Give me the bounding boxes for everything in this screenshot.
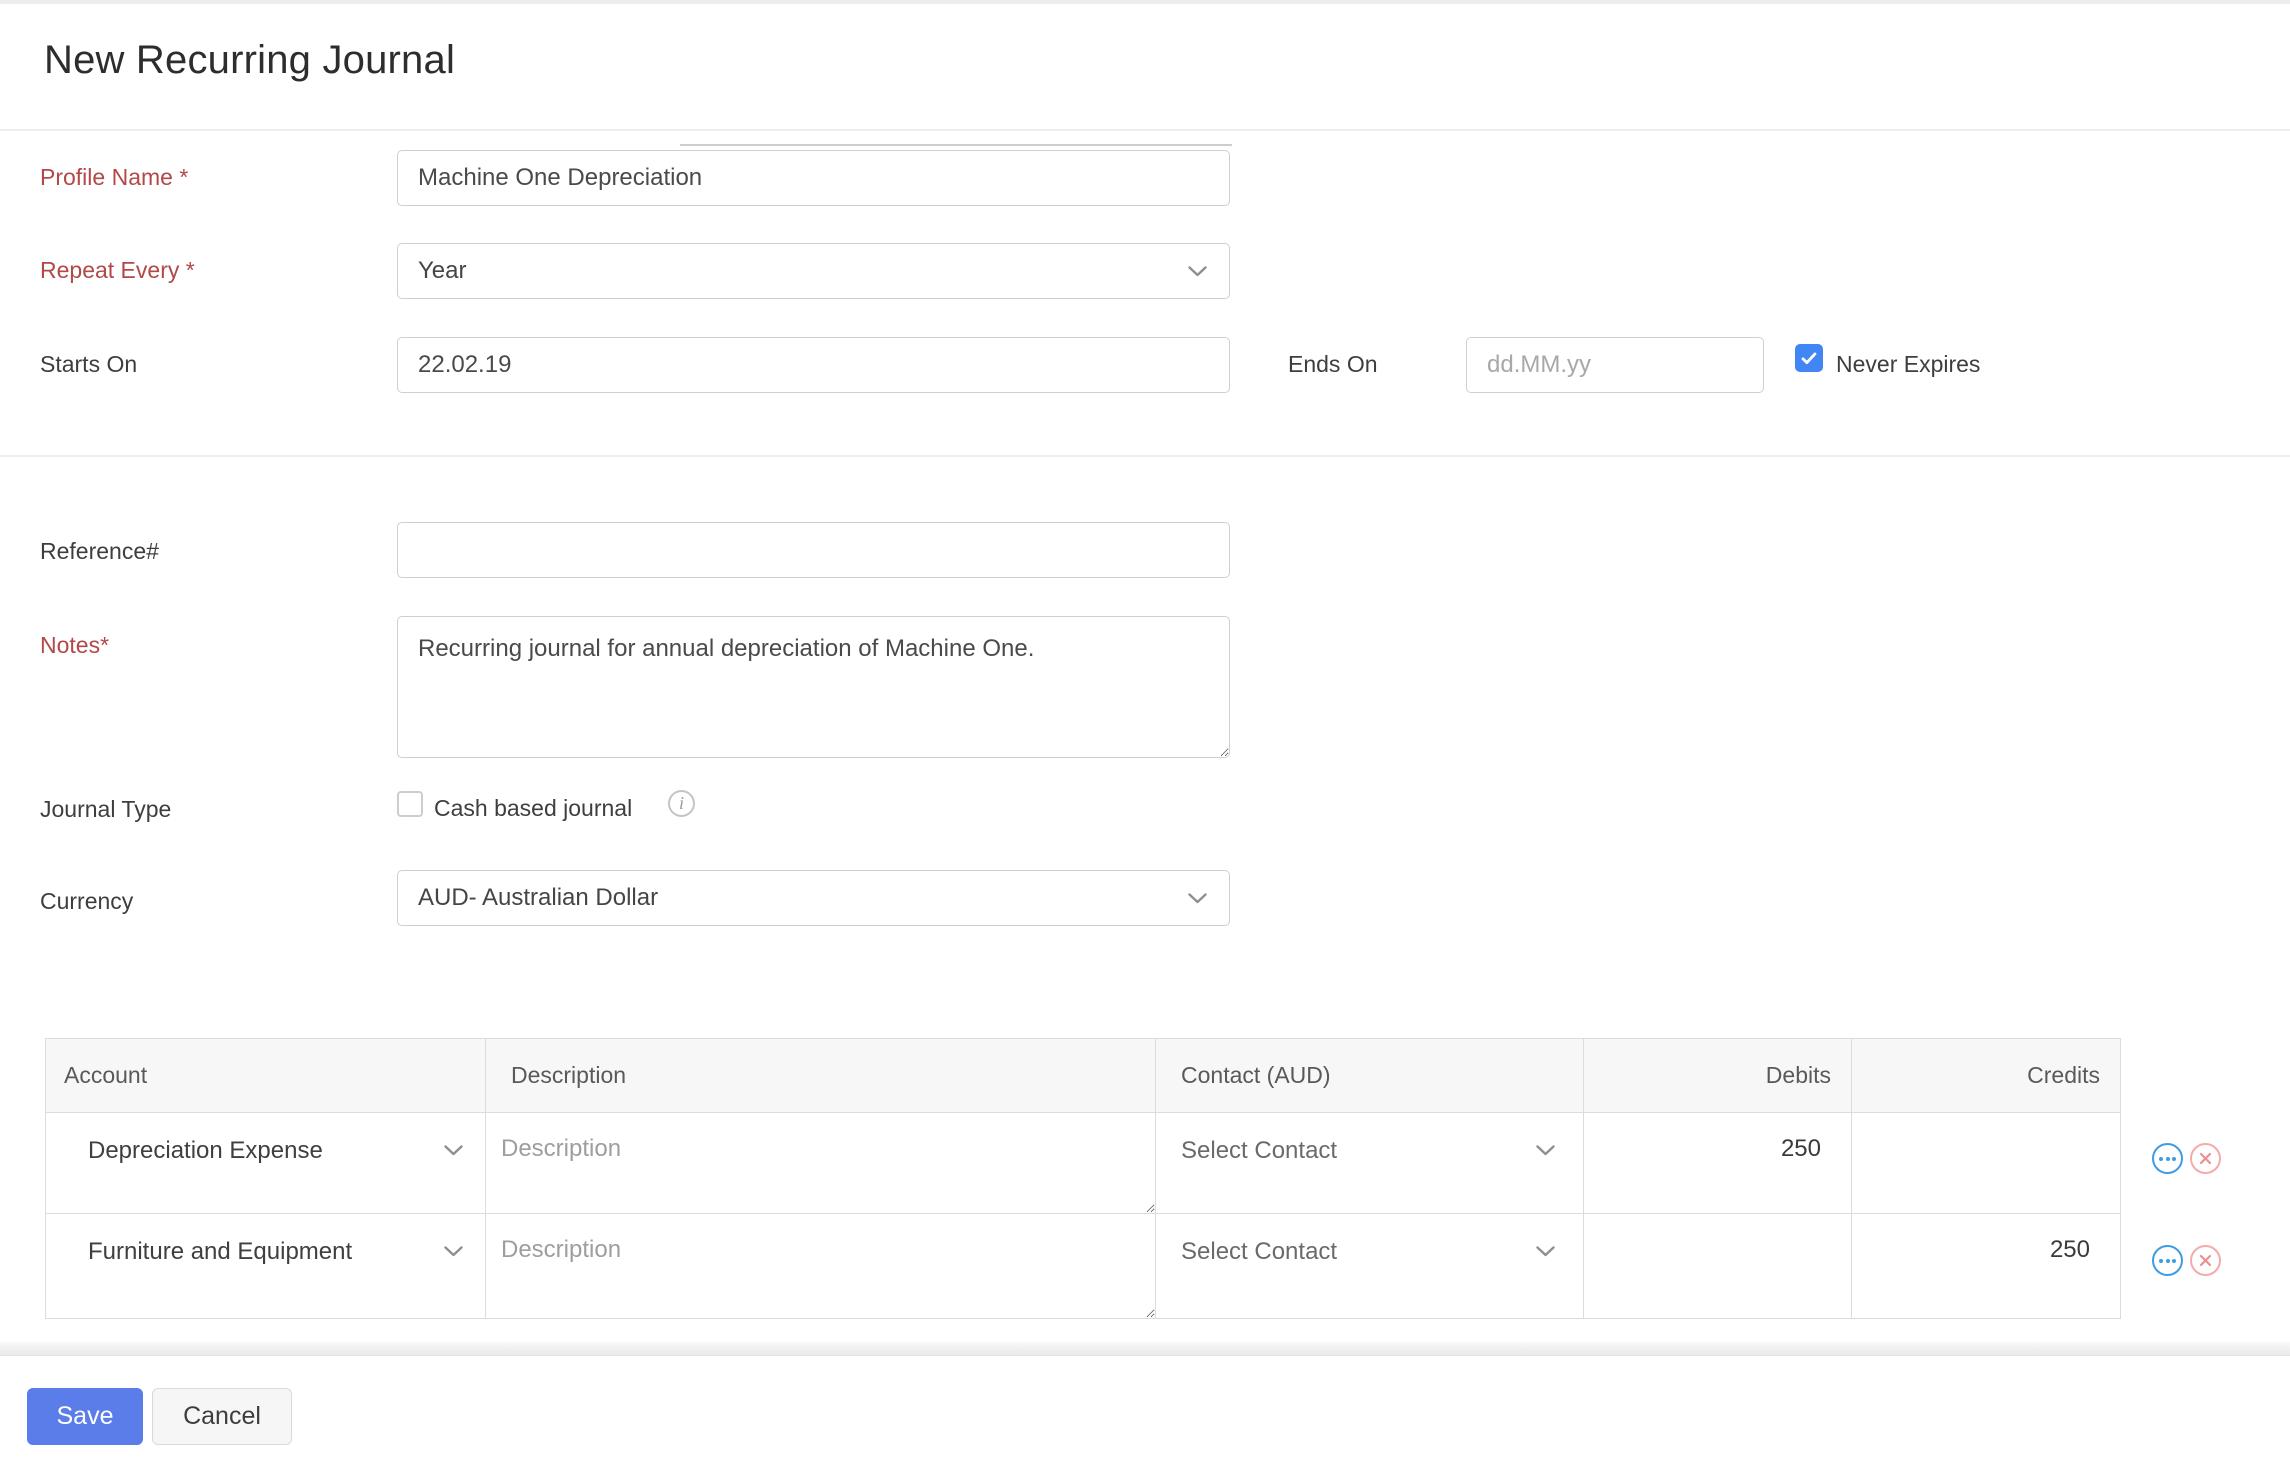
new-recurring-journal-page: New Recurring Journal Profile Name * Rep… [0, 0, 2290, 1478]
reference-label: Reference# [40, 538, 159, 564]
journal-lines-table: Account Description Contact (AUD) Debits… [45, 1038, 2121, 1319]
cancel-button[interactable]: Cancel [152, 1388, 292, 1445]
row-more-options-icon[interactable] [2152, 1245, 2183, 1276]
page-title: New Recurring Journal [44, 38, 456, 82]
repeat-every-value: Year [418, 257, 467, 284]
column-header-credits: Credits [2027, 1062, 2100, 1088]
table-row: Furniture and Equipment Select Contact 2… [46, 1214, 2120, 1318]
profile-name-input[interactable] [397, 150, 1230, 206]
ends-on-input[interactable] [1466, 337, 1764, 393]
chevron-down-icon [1188, 265, 1207, 276]
section-divider [0, 455, 2290, 457]
chevron-down-icon [444, 1145, 463, 1156]
table-header-row: Account Description Contact (AUD) Debits… [46, 1039, 2120, 1113]
chevron-down-icon [1188, 892, 1207, 903]
column-header-account: Account [46, 1039, 486, 1112]
row-remove-icon[interactable] [2190, 1245, 2221, 1276]
debits-cell[interactable] [1584, 1214, 1852, 1318]
chevron-down-icon [1536, 1246, 1555, 1257]
chevron-down-icon [1536, 1145, 1555, 1156]
credits-cell[interactable] [1852, 1113, 2120, 1213]
notes-textarea[interactable]: Recurring journal for annual depreciatio… [397, 616, 1230, 758]
row-remove-icon[interactable] [2190, 1143, 2221, 1174]
profile-name-label: Profile Name * [40, 164, 189, 190]
contact-select[interactable]: Select Contact [1156, 1214, 1584, 1318]
reference-input[interactable] [397, 522, 1230, 578]
starts-on-label: Starts On [40, 351, 138, 377]
never-expires-label[interactable]: Never Expires [1836, 349, 1980, 379]
save-button[interactable]: Save [27, 1388, 143, 1445]
currency-select[interactable]: AUD- Australian Dollar [397, 870, 1230, 926]
column-header-contact: Contact (AUD) [1156, 1039, 1584, 1112]
footer-divider [0, 1342, 2290, 1356]
contact-value: Select Contact [1181, 1238, 1338, 1265]
column-header-description: Description [486, 1039, 1156, 1112]
chevron-down-icon [444, 1246, 463, 1257]
debits-cell[interactable]: 250 [1584, 1113, 1852, 1213]
row-actions [2152, 1245, 2221, 1276]
contact-select[interactable]: Select Contact [1156, 1113, 1584, 1213]
info-icon[interactable]: i [668, 790, 695, 817]
description-textarea[interactable] [486, 1113, 1155, 1213]
column-header-debits: Debits [1584, 1039, 1852, 1112]
repeat-every-label: Repeat Every * [40, 257, 195, 283]
cash-based-journal-label[interactable]: Cash based journal [434, 793, 632, 823]
repeat-every-select[interactable]: Year [397, 243, 1230, 299]
account-select[interactable]: Depreciation Expense [46, 1113, 486, 1213]
cash-based-journal-checkbox[interactable] [397, 791, 423, 817]
never-expires-checkbox[interactable] [1795, 344, 1823, 372]
description-cell [486, 1113, 1156, 1213]
description-cell [486, 1214, 1156, 1318]
account-value: Furniture and Equipment [88, 1238, 353, 1265]
credits-cell[interactable]: 250 [1852, 1214, 2120, 1318]
account-select[interactable]: Furniture and Equipment [46, 1214, 486, 1318]
journal-type-label: Journal Type [40, 796, 172, 822]
notes-label: Notes* [40, 632, 110, 658]
header-divider [0, 129, 2290, 131]
row-more-options-icon[interactable] [2152, 1143, 2183, 1174]
table-row: Depreciation Expense Select Contact 250 [46, 1113, 2120, 1214]
currency-label: Currency [40, 888, 134, 914]
window-top-edge [0, 0, 2290, 4]
currency-value: AUD- Australian Dollar [418, 884, 659, 911]
description-textarea[interactable] [486, 1214, 1155, 1318]
account-value: Depreciation Expense [88, 1137, 323, 1164]
check-icon [1801, 352, 1817, 364]
ends-on-label: Ends On [1288, 351, 1378, 377]
contact-value: Select Contact [1181, 1137, 1338, 1164]
starts-on-input[interactable] [397, 337, 1230, 393]
row-actions [2152, 1143, 2221, 1174]
